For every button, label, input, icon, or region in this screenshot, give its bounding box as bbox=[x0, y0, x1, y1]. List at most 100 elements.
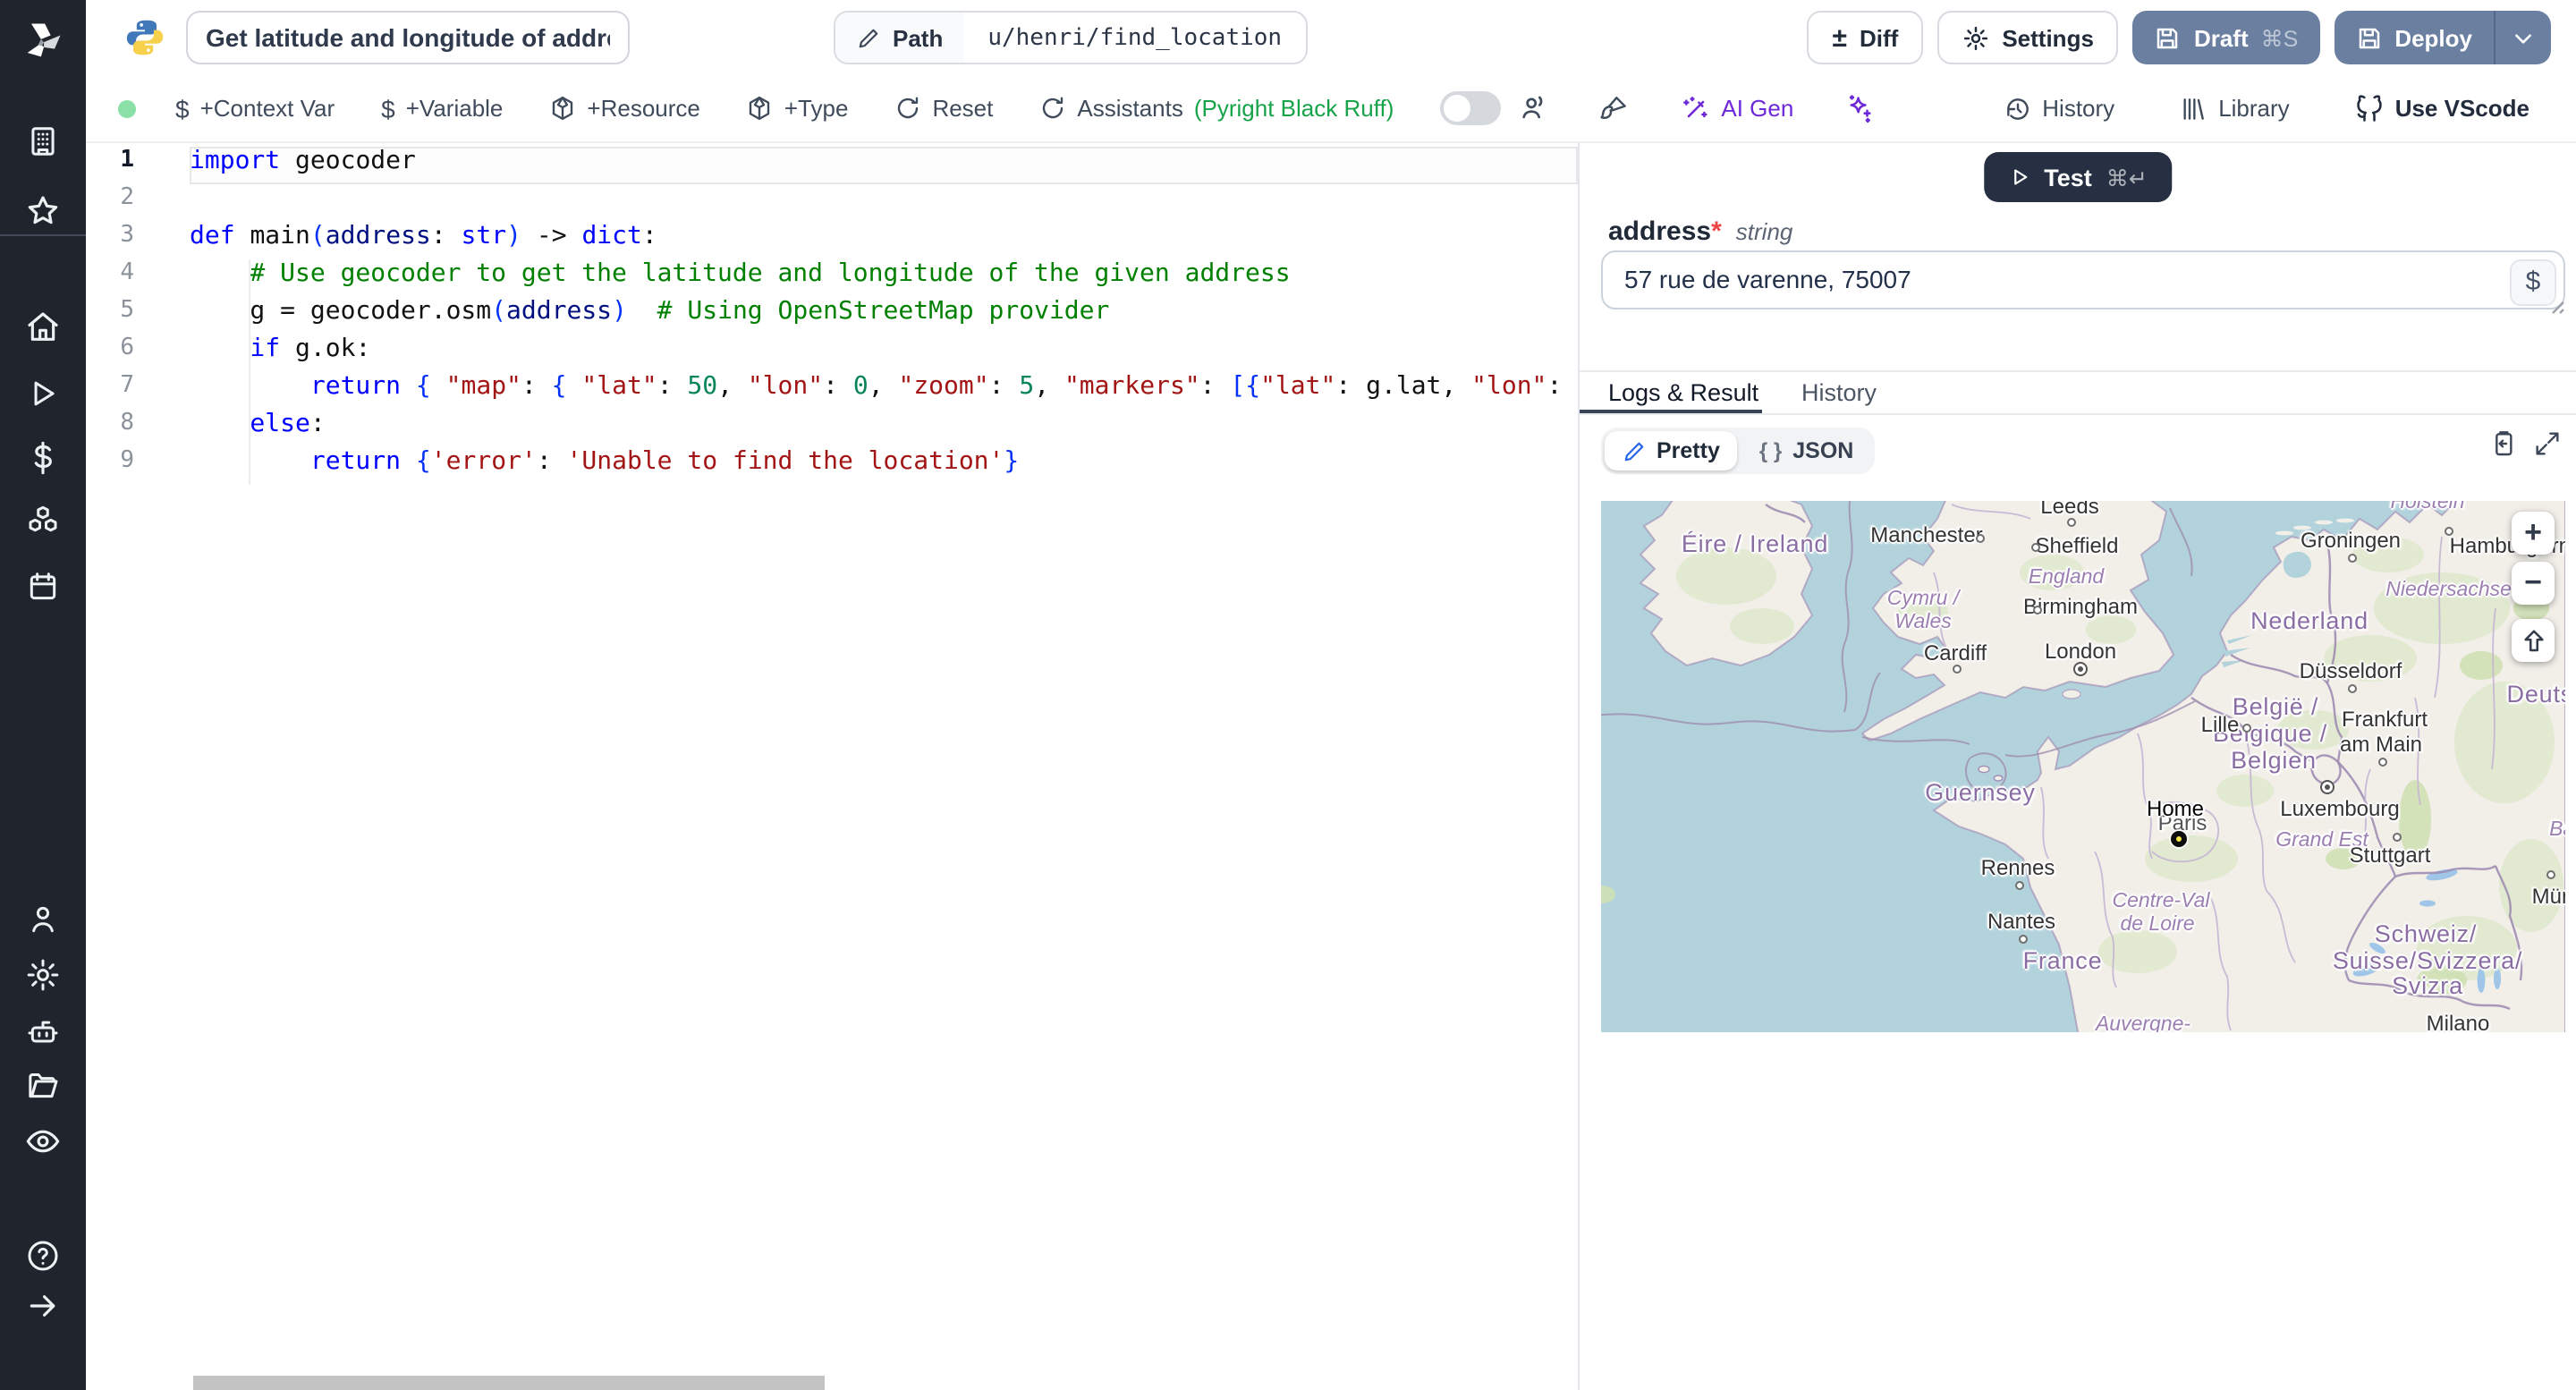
star-icon[interactable] bbox=[25, 193, 61, 229]
folder-icon[interactable] bbox=[25, 1068, 61, 1104]
braces-icon: { } bbox=[1758, 438, 1783, 463]
json-view-button[interactable]: { } JSON bbox=[1741, 431, 1871, 470]
test-button[interactable]: Test ⌘↵ bbox=[1983, 152, 2173, 202]
resize-grip-icon[interactable] bbox=[2547, 297, 2565, 315]
history-button[interactable]: History bbox=[2003, 94, 2114, 123]
map-zoom-in-button[interactable]: + bbox=[2512, 512, 2555, 555]
argument-name: address* bbox=[1608, 216, 1722, 247]
pen-icon bbox=[1623, 439, 1646, 462]
map-city-dot bbox=[2348, 684, 2357, 693]
calendar-icon[interactable] bbox=[26, 570, 60, 604]
map-label: Bay bbox=[2549, 819, 2565, 841]
code-line[interactable]: 4 # Use geocoder to get the latitude and… bbox=[86, 259, 1578, 297]
map-label: Nederland bbox=[2250, 607, 2368, 634]
result-map[interactable]: Leeds Manchester Sheffield England Cymru / Wa… bbox=[1601, 501, 2565, 1032]
add-context-var-button[interactable]: $ +Context Var bbox=[175, 94, 335, 123]
help-icon[interactable] bbox=[25, 1238, 61, 1274]
map-label: Deutschland bbox=[2506, 681, 2565, 708]
top-bar: Path u/henri/find_location ± Diff Settin… bbox=[86, 0, 2576, 75]
address-input[interactable]: 57 rue de varenne, 75007 bbox=[1603, 252, 2563, 308]
multiplayer-users-icon bbox=[1519, 93, 1549, 123]
settings-button[interactable]: Settings bbox=[1937, 11, 2119, 64]
code-line[interactable]: 7 return { "map": { "lat": 50, "lon": 0,… bbox=[86, 372, 1578, 410]
path-widget[interactable]: Path u/henri/find_location bbox=[834, 11, 1308, 64]
arrow-right-icon[interactable] bbox=[26, 1289, 60, 1323]
map-label: Centre-Val bbox=[2112, 891, 2210, 912]
tab-logs-result[interactable]: Logs & Result bbox=[1608, 372, 1758, 413]
code-line[interactable]: 2 bbox=[86, 184, 1578, 222]
context-var-label: +Context Var bbox=[199, 95, 335, 122]
result-tabs: Logs & Result History bbox=[1580, 372, 2576, 414]
editor-horizontal-scrollbar[interactable] bbox=[193, 1376, 825, 1390]
map-label: Wales bbox=[1894, 612, 1952, 633]
ai-gen-label: AI Gen bbox=[1721, 95, 1794, 122]
code-line[interactable]: 6 if g.ok: bbox=[86, 335, 1578, 372]
plus-minus-icon: ± bbox=[1832, 22, 1847, 53]
package-icon bbox=[549, 95, 576, 122]
code-line[interactable]: 8 else: bbox=[86, 410, 1578, 447]
tab-history[interactable]: History bbox=[1801, 372, 1877, 413]
code-line[interactable]: 5 g = geocoder.osm(address) # Using Open… bbox=[86, 297, 1578, 335]
map-labels: Leeds Manchester Sheffield England Cymru / Wa… bbox=[1601, 501, 2565, 1032]
map-city-dot bbox=[2031, 543, 2040, 552]
path-edit[interactable]: Path bbox=[835, 13, 965, 63]
add-type-button[interactable]: +Type bbox=[747, 95, 848, 122]
building-icon[interactable] bbox=[26, 124, 60, 158]
code-line-text: return { "map": { "lat": 50, "lon": 0, "… bbox=[190, 372, 1578, 410]
line-number: 1 bbox=[120, 147, 134, 174]
home-marker-label: Home bbox=[2146, 796, 2205, 821]
main-area: Path u/henri/find_location ± Diff Settin… bbox=[86, 0, 2576, 1390]
assistants-button[interactable]: Assistants (Pyright Black Ruff) bbox=[1039, 95, 1394, 122]
pencil-icon bbox=[857, 26, 880, 49]
robot-icon[interactable] bbox=[25, 1014, 61, 1050]
code-lines: 1 import geocoder 2 3 def main(address: str)… bbox=[86, 147, 1578, 485]
use-vscode-label: Use VScode bbox=[2394, 95, 2529, 122]
code-line[interactable]: 3 def main(address: str) -> dict: bbox=[86, 222, 1578, 259]
map-label: München bbox=[2531, 884, 2565, 909]
copy-result-icon[interactable] bbox=[2488, 429, 2517, 458]
code-line[interactable]: 9 return {'error': 'Unable to find the l… bbox=[86, 447, 1578, 485]
home-marker[interactable] bbox=[2171, 831, 2187, 847]
eye-icon[interactable] bbox=[24, 1123, 62, 1160]
sparkles-icon[interactable] bbox=[1843, 93, 1874, 123]
path-value: u/henri/find_location bbox=[987, 24, 1283, 51]
editor-toolbar: $ +Context Var $ +Variable +Resource +Ty… bbox=[86, 75, 2576, 143]
map-locate-button[interactable] bbox=[2512, 619, 2555, 662]
code-line[interactable]: 1 import geocoder bbox=[86, 147, 1578, 184]
pretty-view-button[interactable]: Pretty bbox=[1605, 431, 1738, 470]
draft-button[interactable]: Draft ⌘S bbox=[2132, 11, 2320, 64]
history-label: History bbox=[2042, 95, 2115, 122]
map-label: Schweiz/ bbox=[2374, 920, 2478, 947]
diff-button[interactable]: ± Diff bbox=[1807, 11, 1924, 64]
windmill-logo-icon[interactable] bbox=[20, 18, 66, 64]
chevron-down-icon bbox=[2512, 26, 2535, 49]
reset-button[interactable]: Reset bbox=[894, 95, 993, 122]
map-label: Luxembourg bbox=[2280, 796, 2400, 821]
home-icon[interactable] bbox=[25, 309, 61, 345]
multiplayer-toggle[interactable] bbox=[1440, 91, 1502, 125]
refresh-icon bbox=[894, 95, 921, 122]
reset-label: Reset bbox=[932, 95, 994, 122]
dollar-icon[interactable] bbox=[25, 440, 61, 476]
map-zoom-out-button[interactable]: − bbox=[2512, 562, 2555, 605]
map-city-dot bbox=[2378, 758, 2387, 767]
gear-icon[interactable] bbox=[25, 957, 61, 993]
use-vscode-button[interactable]: Use VScode bbox=[2354, 93, 2529, 123]
library-button[interactable]: Library bbox=[2179, 94, 2290, 123]
diff-label: Diff bbox=[1860, 24, 1899, 51]
dollar-icon: $ bbox=[175, 94, 190, 123]
play-icon[interactable] bbox=[26, 377, 60, 411]
add-resource-button[interactable]: +Resource bbox=[549, 95, 700, 122]
code-editor[interactable]: 1 import geocoder 2 3 def main(address: str)… bbox=[86, 143, 1578, 1390]
path-label: Path bbox=[893, 24, 944, 51]
ai-gen-button[interactable]: AI Gen bbox=[1682, 94, 1793, 123]
expand-result-icon[interactable] bbox=[2533, 429, 2562, 458]
user-icon[interactable] bbox=[26, 903, 60, 937]
format-button[interactable] bbox=[1599, 94, 1628, 123]
deploy-menu-button[interactable] bbox=[2496, 11, 2551, 64]
cubes-icon[interactable] bbox=[24, 504, 62, 541]
deploy-button[interactable]: Deploy bbox=[2334, 11, 2494, 64]
map-label: Svizra bbox=[2392, 972, 2463, 999]
add-variable-button[interactable]: $ +Variable bbox=[381, 94, 503, 123]
script-title-input[interactable] bbox=[186, 11, 630, 64]
